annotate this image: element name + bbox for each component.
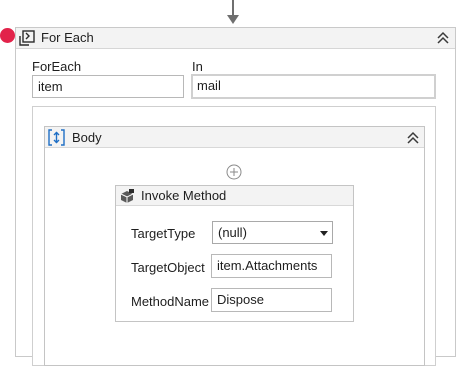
collapse-body-icon[interactable]	[406, 131, 420, 145]
target-object-label: TargetObject	[131, 260, 205, 275]
foreach-loop-icon	[19, 30, 35, 46]
body-title: Body	[72, 130, 102, 145]
method-name-input[interactable]: Dispose	[211, 288, 332, 312]
add-activity-icon[interactable]	[226, 164, 242, 180]
invoke-method-icon	[120, 189, 134, 203]
sequence-body-icon	[48, 129, 65, 146]
target-type-value: (null)	[218, 225, 247, 240]
foreach-title: For Each	[41, 30, 94, 45]
method-name-label: MethodName	[131, 294, 210, 309]
target-object-input[interactable]: item.Attachments	[211, 254, 332, 278]
in-collection-label: In	[192, 59, 203, 74]
collapse-foreach-icon[interactable]	[436, 31, 450, 45]
foreach-variable-input[interactable]: item	[32, 75, 184, 98]
invoke-method-title: Invoke Method	[141, 188, 227, 203]
target-type-select[interactable]: (null)	[212, 221, 333, 244]
foreach-variable-label: ForEach	[32, 59, 82, 74]
incoming-connector-line	[232, 0, 234, 16]
target-type-label: TargetType	[131, 226, 196, 241]
in-collection-input[interactable]: mail	[191, 74, 436, 99]
dropdown-arrow-icon	[320, 231, 328, 236]
breakpoint-indicator[interactable]	[0, 28, 15, 43]
incoming-connector-arrowhead	[227, 15, 239, 24]
